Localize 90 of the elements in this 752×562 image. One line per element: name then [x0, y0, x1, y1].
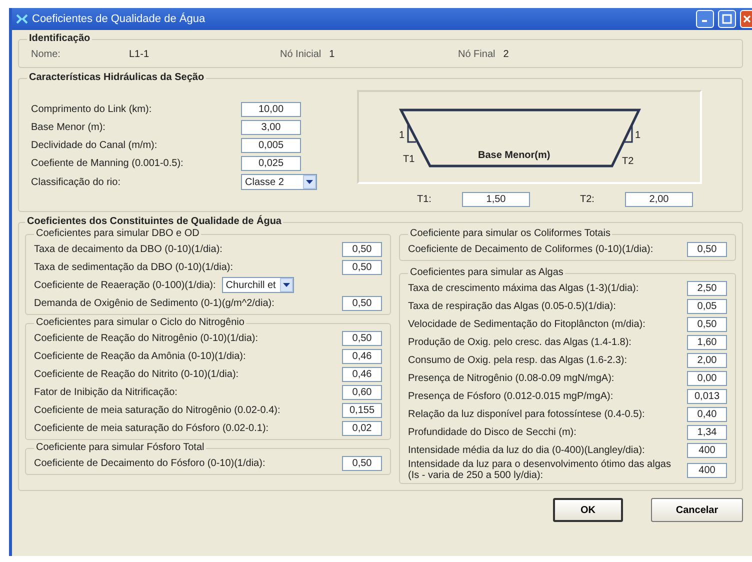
value-field[interactable]: 2,00 — [625, 192, 693, 207]
field-label: Base Menor (m): — [31, 121, 106, 135]
value-field[interactable]: 0,50 — [342, 260, 382, 274]
slope-label: 1 — [399, 130, 405, 141]
field-value: 1 — [329, 48, 335, 62]
value-field[interactable]: 400 — [687, 462, 727, 478]
field-label: Coefiente de Manning (0.001-0.5): — [31, 157, 184, 171]
value-field[interactable]: 2,50 — [687, 280, 727, 296]
t2-label: T2 — [622, 156, 634, 167]
value-field[interactable]: 0,00 — [687, 370, 727, 386]
window-title: Coeficientes de Qualidade de Água — [32, 12, 206, 27]
value-field[interactable]: 0,46 — [342, 348, 382, 364]
field-value: L1-1 — [129, 48, 150, 62]
dropdown[interactable]: Churchill et — [222, 277, 294, 293]
section-title: Coeficientes dos Constituintes de Qualidade de Água — [26, 216, 282, 228]
value-field[interactable]: 1,50 — [462, 192, 530, 207]
field-label: Coeficiente de Decaimento de Coliformes (0-10)(1/dia): — [408, 242, 654, 256]
group-title: Coeficientes para simular as Algas — [409, 267, 564, 279]
field-label: T2: — [580, 193, 596, 207]
field-value: 2 — [503, 48, 509, 62]
value-field[interactable]: 0,50 — [342, 296, 382, 310]
section-title: Identificação — [28, 33, 92, 45]
group-title: Coeficiente para simular Fósforo Total — [35, 442, 206, 454]
field-label: Presença de Fósforo (0.012-0.015 mgP/mgA): — [408, 390, 614, 404]
close-icon — [742, 15, 750, 23]
value-field[interactable]: 0,155 — [342, 402, 382, 418]
value-field[interactable]: 3,00 — [241, 120, 301, 135]
value-field[interactable]: 2,00 — [687, 352, 727, 368]
section-title: Características Hidráulicas da Seção — [28, 72, 206, 84]
field-label: Nó Final — [458, 48, 496, 62]
maximize-button[interactable] — [718, 10, 736, 28]
field-label: Classificação do rio: — [31, 176, 122, 190]
field-label: Coeficiente de Reação da Amônia (0-10)(1/dia): — [34, 350, 247, 364]
group-title: Coeficiente para simular os Coliformes Totais — [409, 228, 612, 240]
value-field[interactable]: 0,60 — [342, 384, 382, 400]
field-label: Coeficiente de Reaeração (0-100)(1/dia): — [34, 278, 216, 292]
field-label: Nome: — [31, 48, 62, 62]
field-label: Fator de Inibição da Nitrificação: — [34, 386, 178, 400]
value-field[interactable]: 0,005 — [241, 138, 301, 153]
field-label: Nó Inicial — [280, 48, 322, 62]
field-label: Coeficiente de Decaimento do Fósforo (0-10)(1/dia): — [34, 456, 266, 470]
value-field[interactable]: 0,40 — [687, 406, 727, 422]
caret-icon — [282, 283, 290, 287]
caret-icon — [306, 180, 313, 184]
value-field[interactable]: 10,00 — [241, 102, 301, 117]
group-title: Coeficientes para simular o Ciclo do Nitrogênio — [35, 317, 246, 329]
field-label: Taxa de decaimento da DBO (0-10)(1/dia): — [34, 242, 224, 256]
dropdown[interactable]: Classe 2 — [241, 174, 317, 190]
cancel-button[interactable]: Cancelar — [651, 498, 743, 522]
field-label: Intensidade média da luz do dia (0-400)(Langley/dia): — [408, 444, 646, 458]
field-label: Relação da luz disponível para fotossíntese (0.4-0.5): — [408, 408, 646, 422]
field-label: Taxa de crescimento máxima das Algas (1-3)(1/dia): — [408, 282, 640, 296]
value-field[interactable]: 0,50 — [687, 242, 727, 256]
field-label: Coeficiente de Reação do Nitrogênio (0-10)(1/dia): — [34, 332, 260, 346]
field-label: Demanda de Oxigênio de Sedimento (0-1)(g/m^2/dia): — [34, 296, 276, 310]
ok-button[interactable]: OK — [553, 498, 623, 522]
close-button[interactable] — [740, 10, 752, 28]
value-field[interactable]: 0,50 — [342, 330, 382, 346]
base-label: Base Menor(m) — [478, 150, 550, 161]
maximize-icon — [722, 14, 732, 24]
field-label: Velocidade de Sedimentação do Fitoplâncton (m/dia): — [408, 318, 646, 332]
value-field[interactable]: 0,50 — [342, 242, 382, 256]
field-label: Taxa de respiração das Algas (0.05-0.5)(1/dia): — [408, 300, 617, 314]
field-label: Produção de Oxig. pelo cresc. das Algas (1.4-1.8): — [408, 336, 632, 350]
value-field[interactable]: 400 — [687, 442, 727, 458]
field-label: Taxa de sedimentação da DBO (0-10)(1/dia): — [34, 260, 234, 274]
minimize-button[interactable] — [696, 10, 714, 28]
value-field[interactable]: 0,013 — [687, 388, 727, 404]
field-label: Declividade do Canal (m/m): — [31, 139, 158, 153]
value-field[interactable]: 1,34 — [687, 424, 727, 440]
app-icon — [16, 13, 28, 25]
group-title: Coeficientes para simular DBO e OD — [35, 228, 200, 240]
value-field[interactable]: 0,50 — [687, 316, 727, 332]
field-label: Presença de Nitrogênio (0.08-0.09 mgN/mgA): — [408, 372, 616, 386]
field-label: Profundidade do Disco de Secchi (m): — [408, 426, 578, 440]
field-label: Coeficiente de Reação do Nitrito (0-10)(1/dia): — [34, 368, 240, 382]
field-label: Consumo de Oxig. pela resp. das Algas (1.6-2.3): — [408, 354, 628, 368]
value-field[interactable]: 0,05 — [687, 298, 727, 314]
value-field[interactable]: 0,50 — [342, 456, 382, 470]
field-label: Coeficiente de meia saturação do Fósforo (0.02-0.1): — [34, 422, 270, 436]
value-field[interactable]: 1,60 — [687, 334, 727, 350]
value-field[interactable]: 0,025 — [241, 156, 301, 171]
value-field[interactable]: 0,02 — [342, 420, 382, 436]
field-label: T1: — [417, 193, 432, 207]
field-label: Comprimento do Link (km): — [31, 103, 153, 117]
field-label: Coeficiente de meia saturação do Nitrogênio (0.02-0.4): — [34, 404, 282, 418]
t1-label: T1 — [403, 154, 415, 165]
field-label: Intensidade da luz para o desenvolvimento ótimo das algas (Is - varia de 250 a 500 ly/dia): — [408, 459, 672, 481]
slope-label: 1 — [635, 130, 641, 141]
value-field[interactable]: 0,46 — [342, 366, 382, 382]
